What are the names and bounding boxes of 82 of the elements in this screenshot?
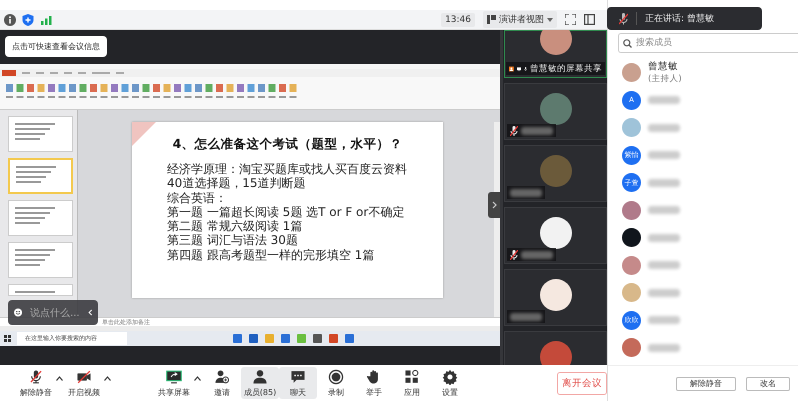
meeting-info-tooltip: 点击可快速查看会议信息 (5, 36, 107, 57)
person-icon (252, 368, 268, 384)
leave-meeting-button[interactable]: 离开会议 (557, 372, 607, 394)
panel-button[interactable]: 改名 (746, 376, 790, 390)
slide-thumbnail[interactable] (8, 116, 73, 152)
redacted-name (510, 312, 542, 320)
slide-text-line: 第三题 词汇与语法 30题 (167, 233, 299, 248)
add-person-button[interactable]: 邀请 (203, 367, 241, 399)
redacted-name (510, 188, 542, 196)
member-role: (主持人) (648, 73, 682, 85)
collapse-handle[interactable] (488, 192, 500, 218)
slide-thumbnail[interactable] (8, 158, 73, 194)
view-mode-dropdown[interactable]: 演讲者视图 (483, 11, 557, 28)
redacted-name (648, 178, 680, 186)
apps-grid-button[interactable]: 应用 (393, 367, 431, 399)
video-tile[interactable] (504, 207, 607, 264)
record-button[interactable]: 录制 (317, 367, 355, 399)
video-tile[interactable] (504, 83, 607, 140)
slide-thumbnail[interactable] (8, 284, 73, 296)
redacted-name (521, 250, 553, 258)
meeting-timer: 13:46 (441, 12, 475, 26)
redacted-name (521, 126, 553, 134)
chevron-left-icon (88, 308, 92, 317)
caret-up-icon (56, 376, 63, 380)
add-person-icon (214, 368, 230, 384)
corner-triangle-icon (132, 122, 156, 146)
apps-grid-icon (404, 368, 420, 384)
info-icon[interactable] (4, 14, 16, 26)
caret-down-icon (547, 18, 553, 22)
slide-thumbnail[interactable] (8, 242, 73, 278)
microphone-muted-button[interactable]: 解除静音 (17, 367, 55, 399)
participant-name: 曾慧敏的屏幕共享 (530, 62, 602, 74)
redacted-name (648, 234, 680, 242)
microphone-muted-icon (510, 126, 518, 136)
video-camera-muted-button[interactable]: 开启视频 (65, 367, 103, 399)
panel-button[interactable]: 解除静音 (676, 376, 736, 390)
redacted-name (648, 206, 680, 214)
video-camera-muted-icon (76, 368, 92, 384)
redacted-name (648, 316, 680, 324)
microphone-muted-icon (28, 368, 44, 384)
redacted-name (648, 288, 680, 296)
screen-share-button[interactable]: 共享屏幕 (155, 367, 193, 399)
slide-text-line: 40道选择题，15道判断题 (167, 176, 307, 191)
person-button[interactable]: 成员(85) (241, 367, 279, 399)
redacted-name (648, 151, 680, 159)
screen-share-icon (166, 368, 182, 384)
slide-thumbnail[interactable] (8, 200, 73, 236)
split-layout-icon[interactable] (584, 14, 595, 25)
redacted-name (648, 124, 680, 132)
redacted-name (648, 96, 680, 104)
smiley-icon (14, 307, 22, 318)
settings-icon (442, 368, 458, 384)
redacted-name (648, 344, 680, 352)
comment-input[interactable]: 说点什么... (8, 300, 98, 325)
raised-hand-button[interactable]: 举手 (355, 367, 393, 399)
microphone-muted-icon (619, 12, 628, 24)
member-name: 曾慧敏 (648, 60, 679, 73)
caret-up-icon (194, 376, 201, 380)
video-tile[interactable] (504, 269, 607, 326)
slide-text-line: 综合英语： (167, 190, 228, 205)
windows-logo-icon[interactable] (4, 335, 11, 342)
chat-bubble-button[interactable]: 聊天 (279, 367, 317, 399)
shield-icon[interactable] (22, 14, 34, 26)
slide-text-line: 第四题 跟高考题型一样的完形填空 1篇 (167, 248, 376, 262)
slide-text-line: 第二题 常规六级阅读 1篇 (167, 219, 304, 234)
video-tile[interactable] (504, 145, 607, 202)
speaking-banner: 正在讲话: 曾慧敏 (607, 7, 762, 30)
signal-bars-icon[interactable] (40, 14, 52, 26)
slide-text-line: 第一题 一篇超长阅读 5题 选T or F or不确定 (167, 204, 406, 220)
caret-up-icon (104, 376, 111, 380)
fullscreen-icon[interactable] (565, 14, 576, 25)
record-icon (328, 368, 344, 384)
layout-icon (487, 15, 496, 24)
settings-button[interactable]: 设置 (431, 367, 469, 399)
member-search-field[interactable]: 搜索成员 (618, 33, 798, 53)
slide-title: 4、怎么准备这个考试（题型，水平）？ (172, 136, 404, 153)
chat-bubble-icon (290, 368, 306, 384)
microphone-muted-icon (510, 250, 518, 260)
chevron-right-icon (492, 201, 496, 209)
video-tile[interactable]: 曾慧敏的屏幕共享 (504, 30, 607, 78)
slide-text-line: 经济学原理：淘宝买题库或找人买百度云资料 (167, 162, 408, 176)
redacted-name (648, 261, 680, 269)
